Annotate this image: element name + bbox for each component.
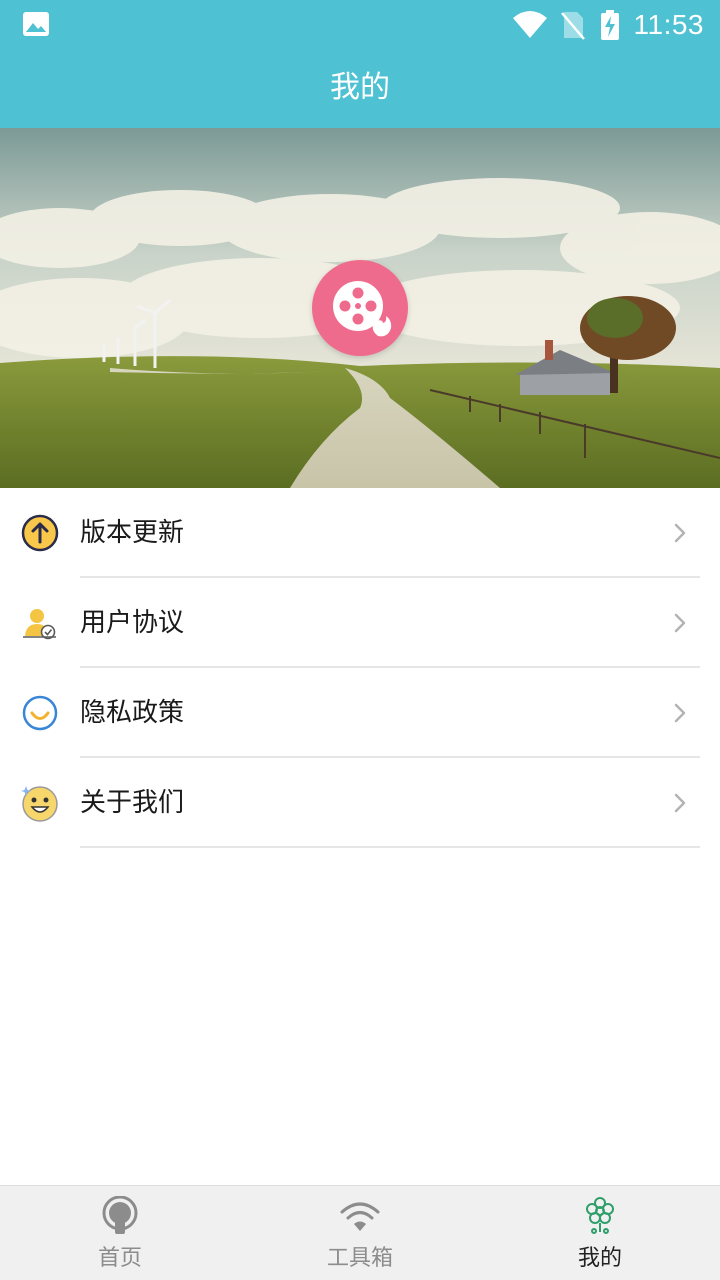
app-logo	[312, 260, 408, 356]
battery-charging-icon	[600, 10, 619, 40]
menu-item-version-update[interactable]: 版本更新	[0, 488, 720, 578]
chevron-right-icon	[674, 793, 686, 813]
version-update-icon	[21, 514, 59, 552]
divider	[80, 846, 700, 848]
status-time: 11:53	[633, 9, 704, 40]
menu-item-user-agreement[interactable]: 用户协议	[0, 578, 720, 668]
tab-home[interactable]: 首页	[0, 1186, 240, 1280]
user-agreement-icon	[23, 609, 56, 640]
tab-label: 首页	[97, 1246, 142, 1271]
menu-item-label: 用户协议	[80, 608, 185, 638]
privacy-policy-icon	[22, 695, 58, 731]
status-icons: 11:53	[512, 6, 705, 44]
about-us-icon	[21, 786, 58, 822]
toolbox-wifi-icon	[340, 1202, 380, 1231]
chevron-right-icon	[674, 613, 686, 633]
tab-toolbox[interactable]: 工具箱	[240, 1186, 480, 1280]
gallery-icon	[23, 12, 49, 36]
settings-menu: 版本更新 用户协议 隐私政策 关于我们	[0, 488, 720, 848]
film-reel-icon	[333, 281, 392, 337]
wifi-icon	[512, 11, 547, 38]
tab-label: 我的	[577, 1246, 622, 1271]
menu-item-label: 版本更新	[80, 518, 185, 548]
status-bar: 11:53	[0, 0, 720, 50]
tab-label: 工具箱	[326, 1246, 393, 1271]
chevron-right-icon	[674, 703, 686, 723]
menu-item-label: 关于我们	[80, 788, 185, 818]
menu-item-privacy-policy[interactable]: 隐私政策	[0, 668, 720, 758]
hero-banner	[0, 128, 720, 488]
chevron-right-icon	[674, 523, 686, 543]
screen: 11:53 我的 版本更新 用户协议 隐私政策 关于我们 首页 工具箱 我的	[0, 0, 720, 1280]
home-icon	[102, 1196, 138, 1234]
menu-item-about-us[interactable]: 关于我们	[0, 758, 720, 848]
no-sim-icon	[560, 12, 585, 40]
menu-item-label: 隐私政策	[80, 698, 185, 728]
mine-flower-icon	[586, 1197, 614, 1234]
top-bar: 11:53 我的	[0, 0, 720, 128]
tab-mine[interactable]: 我的	[480, 1186, 720, 1280]
page-title: 我的	[330, 70, 390, 105]
bottom-navigation: 首页 工具箱 我的	[0, 1185, 720, 1280]
